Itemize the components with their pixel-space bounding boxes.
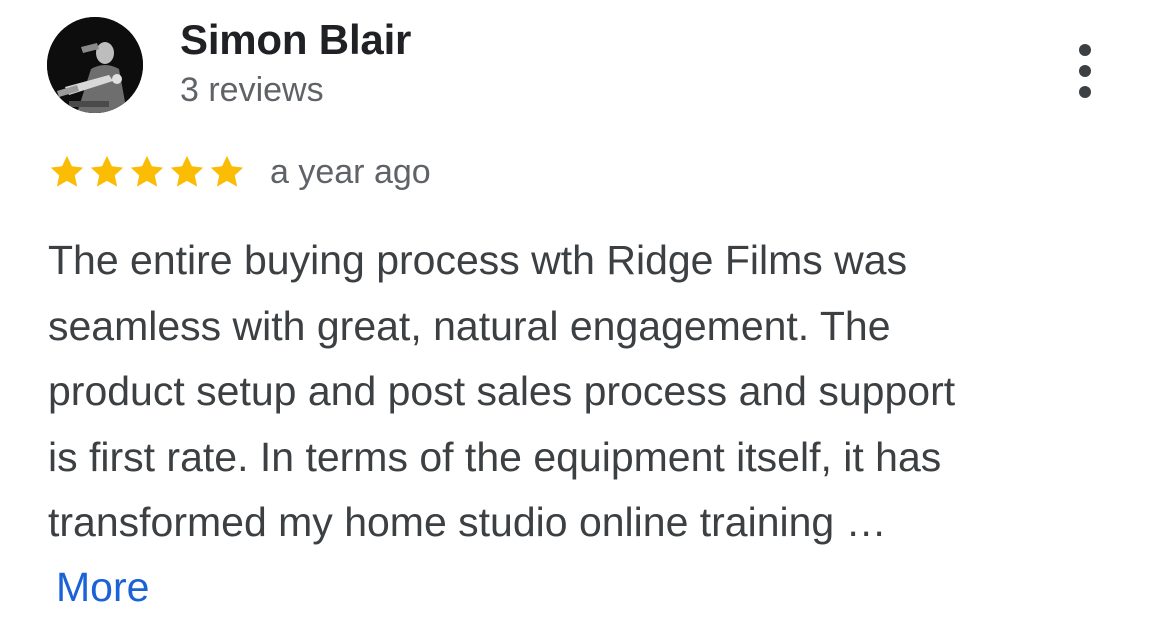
more-options-button[interactable]	[1060, 40, 1110, 102]
rating-row: a year ago	[48, 146, 431, 198]
review-date: a year ago	[270, 152, 431, 191]
review-text-line: seamless with great, natural engagement.…	[48, 302, 891, 349]
star-icon	[170, 155, 204, 187]
more-vert-icon-dot	[1079, 65, 1091, 77]
star-icon	[130, 155, 164, 187]
more-vert-icon	[1079, 44, 1091, 56]
author-review-count: 3 reviews	[180, 71, 324, 109]
review-text-line: product setup and post sales process and…	[48, 368, 956, 414]
avatar-photo	[47, 17, 143, 113]
review-text-line: The entire buying process wth Ridge Film…	[48, 237, 908, 283]
more-link[interactable]: More	[56, 564, 149, 611]
star-icon	[90, 155, 124, 187]
more-vert-icon-dot	[1079, 86, 1091, 98]
author-avatar[interactable]	[47, 17, 143, 113]
star-icon	[50, 155, 84, 187]
author-name[interactable]: Simon Blair	[180, 16, 411, 64]
review-text: The entire buying process wth Ridge Film…	[48, 228, 1138, 556]
review-text-line: transformed my home studio online traini…	[48, 499, 887, 545]
star-rating	[48, 153, 246, 191]
star-icon	[210, 155, 244, 187]
review-text-line: is first rate. In terms of the equipment…	[48, 433, 942, 480]
review-card: Simon Blair 3 reviews a year ago The ent…	[0, 0, 1170, 631]
